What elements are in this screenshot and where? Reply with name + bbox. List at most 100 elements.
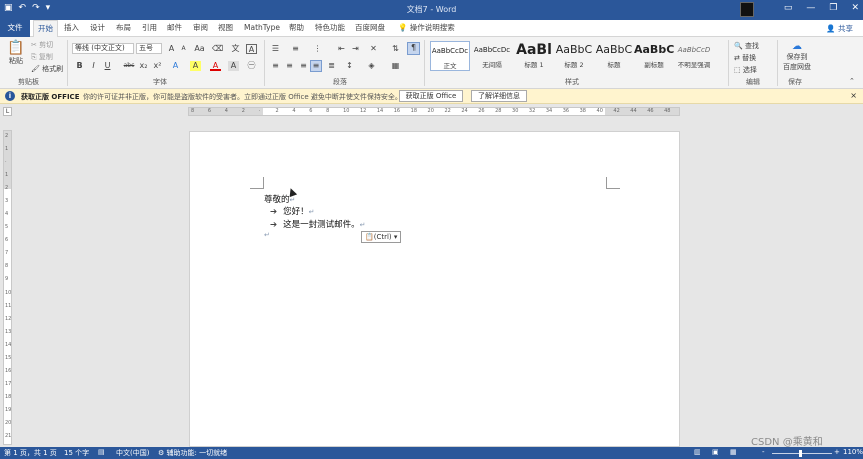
- font-color-icon[interactable]: A: [210, 61, 221, 71]
- replace-button[interactable]: ⇄ 替换: [734, 53, 756, 63]
- avatar[interactable]: [740, 2, 754, 17]
- borders-icon[interactable]: ▦: [390, 61, 401, 71]
- tab-file[interactable]: 文件: [0, 20, 30, 37]
- style-heading-2[interactable]: AaBbC 标题 2: [554, 41, 594, 71]
- style-title[interactable]: AaBbC 标题: [594, 41, 634, 71]
- select-button[interactable]: ⬚ 选择: [734, 65, 757, 75]
- proofing-icon[interactable]: ▤: [98, 448, 105, 456]
- tab-design[interactable]: 设计: [86, 20, 109, 37]
- highlight-icon[interactable]: A: [190, 61, 201, 71]
- paste-button[interactable]: 📋 粘贴: [6, 40, 26, 70]
- subscript-icon[interactable]: x₂: [138, 61, 149, 71]
- format-painter-button[interactable]: 🖌 格式刷: [31, 64, 63, 74]
- page-count[interactable]: 第 1 页，共 1 页: [4, 448, 57, 458]
- bold-icon[interactable]: B: [74, 61, 85, 71]
- list-item[interactable]: ➔ 您好！↵: [270, 205, 315, 217]
- underline-icon[interactable]: U: [102, 61, 113, 71]
- enclose-char-icon[interactable]: ㊀: [246, 61, 257, 71]
- tab-view[interactable]: 视图: [214, 20, 237, 37]
- tab-home[interactable]: 开始: [33, 20, 58, 37]
- document-page[interactable]: 尊敬的↵ ➔ 您好！↵ ➔ 这是一封测试邮件。↵ ↵ 📋(Ctrl) ▾: [189, 131, 680, 447]
- replace-icon: ⇄: [734, 54, 740, 62]
- shading-icon[interactable]: ◈: [366, 61, 377, 71]
- close-icon[interactable]: ✕: [851, 3, 859, 13]
- clear-format-icon[interactable]: ⌫: [212, 44, 223, 54]
- grow-font-icon[interactable]: A: [166, 44, 177, 54]
- zoom-out-button[interactable]: -: [762, 448, 765, 456]
- increase-indent-icon[interactable]: ⇥: [350, 44, 361, 54]
- superscript-icon[interactable]: x²: [152, 61, 163, 71]
- ruler-tick-label: 1: [5, 146, 9, 153]
- align-left-icon[interactable]: ≡: [270, 61, 281, 71]
- distributed-icon[interactable]: ≣: [326, 61, 337, 71]
- accessibility-status[interactable]: ⚙ 辅助功能: 一切就绪: [158, 448, 227, 458]
- language[interactable]: 中文(中国): [116, 448, 149, 458]
- empty-paragraph[interactable]: ↵: [264, 230, 270, 240]
- zoom-in-button[interactable]: +: [834, 448, 840, 456]
- shrink-font-icon[interactable]: A: [178, 44, 189, 54]
- align-right-icon[interactable]: ≡: [298, 61, 309, 71]
- multilevel-list-icon[interactable]: ⋮: [312, 44, 323, 54]
- zoom-slider-thumb[interactable]: [799, 450, 802, 457]
- tab-review[interactable]: 审阅: [189, 20, 212, 37]
- copy-button[interactable]: ⎘ 复制: [31, 52, 53, 62]
- tab-features[interactable]: 特色功能: [311, 20, 349, 37]
- tab-references[interactable]: 引用: [138, 20, 161, 37]
- justify-icon[interactable]: ≡: [310, 60, 322, 72]
- bullets-icon[interactable]: ☰: [270, 44, 281, 54]
- numbering-icon[interactable]: ≡: [290, 44, 301, 54]
- style-subtle-emphasis[interactable]: AaBbCcD 不明显强调: [674, 41, 714, 71]
- web-layout-icon[interactable]: ▦: [730, 448, 737, 456]
- get-genuine-button[interactable]: 获取正版 Office: [399, 90, 463, 102]
- ruler-tick-label: 6: [309, 108, 313, 114]
- style-no-spacing[interactable]: AaBbCcDc 无间隔: [472, 41, 512, 71]
- font-size-select[interactable]: 五号: [136, 43, 162, 54]
- tab-baidu-pan[interactable]: 百度网盘: [351, 20, 389, 37]
- tab-selector[interactable]: L: [3, 107, 12, 116]
- horizontal-ruler[interactable]: 8 6 4 2 · 2 4 6 8 10 12 14 16 18 20 22 24 26 28 30 32 34 36 38 4…: [188, 107, 680, 116]
- minimize-icon[interactable]: —: [806, 3, 815, 13]
- collapse-ribbon-icon[interactable]: ⌃: [849, 77, 855, 85]
- italic-icon[interactable]: I: [88, 61, 99, 71]
- char-border-icon[interactable]: A: [246, 44, 257, 54]
- save-to-baidu-button[interactable]: ☁ 保存到 百度网盘: [781, 41, 813, 72]
- ruler-tick-label: 15: [5, 354, 12, 361]
- style-subtitle[interactable]: AaBbC 副标题: [634, 41, 674, 71]
- doc-greeting-line[interactable]: 尊敬的↵: [264, 193, 295, 205]
- tell-me-search[interactable]: 💡 操作说明搜索: [394, 20, 459, 37]
- close-icon[interactable]: ×: [850, 91, 857, 100]
- change-case-icon[interactable]: Aa: [194, 44, 205, 54]
- learn-more-button[interactable]: 了解详细信息: [471, 90, 527, 102]
- read-mode-icon[interactable]: ▥: [694, 448, 701, 456]
- tab-insert[interactable]: 插入: [60, 20, 83, 37]
- tab-layout[interactable]: 布局: [112, 20, 135, 37]
- font-name-select[interactable]: 等线 (中文正文): [72, 43, 134, 54]
- tab-mailings[interactable]: 邮件: [163, 20, 186, 37]
- zoom-slider[interactable]: [772, 453, 832, 454]
- list-item[interactable]: ➔ 这是一封测试邮件。↵: [270, 218, 366, 230]
- find-button[interactable]: 🔍 查找: [734, 41, 759, 51]
- char-shading-icon[interactable]: A: [228, 61, 239, 71]
- decrease-indent-icon[interactable]: ⇤: [336, 44, 347, 54]
- show-marks-icon[interactable]: ¶: [407, 42, 420, 55]
- print-layout-icon[interactable]: ▣: [712, 448, 719, 456]
- share-button[interactable]: 👤 共享: [826, 23, 853, 34]
- ribbon-display-icon[interactable]: ▭: [784, 3, 793, 13]
- phonetic-guide-icon[interactable]: 文: [230, 44, 241, 54]
- align-center-icon[interactable]: ≡: [284, 61, 295, 71]
- text-effects-icon[interactable]: A: [170, 61, 181, 71]
- chinese-layout-icon[interactable]: ✕: [368, 44, 379, 54]
- vertical-ruler[interactable]: 2 1 · 1 2 3 4 5 6 7 8 9 10 11 12 13 14 15 16 17 18 19 20 21: [3, 130, 12, 445]
- style-normal[interactable]: AaBbCcDc 正文: [430, 41, 470, 71]
- strikethrough-icon[interactable]: abc: [122, 61, 136, 71]
- word-count[interactable]: 15 个字: [64, 448, 89, 458]
- tab-help[interactable]: 帮助: [285, 20, 308, 37]
- sort-icon[interactable]: ⇅: [390, 44, 401, 54]
- zoom-level[interactable]: 110%: [843, 448, 863, 456]
- line-spacing-icon[interactable]: ↕: [344, 61, 355, 71]
- paste-options-button[interactable]: 📋(Ctrl) ▾: [361, 231, 402, 243]
- tab-mathtype[interactable]: MathType: [240, 20, 284, 37]
- cut-button[interactable]: ✂ 剪切: [31, 40, 53, 50]
- restore-icon[interactable]: ❐: [829, 3, 837, 13]
- style-heading-1[interactable]: AaBl 标题 1: [514, 41, 554, 71]
